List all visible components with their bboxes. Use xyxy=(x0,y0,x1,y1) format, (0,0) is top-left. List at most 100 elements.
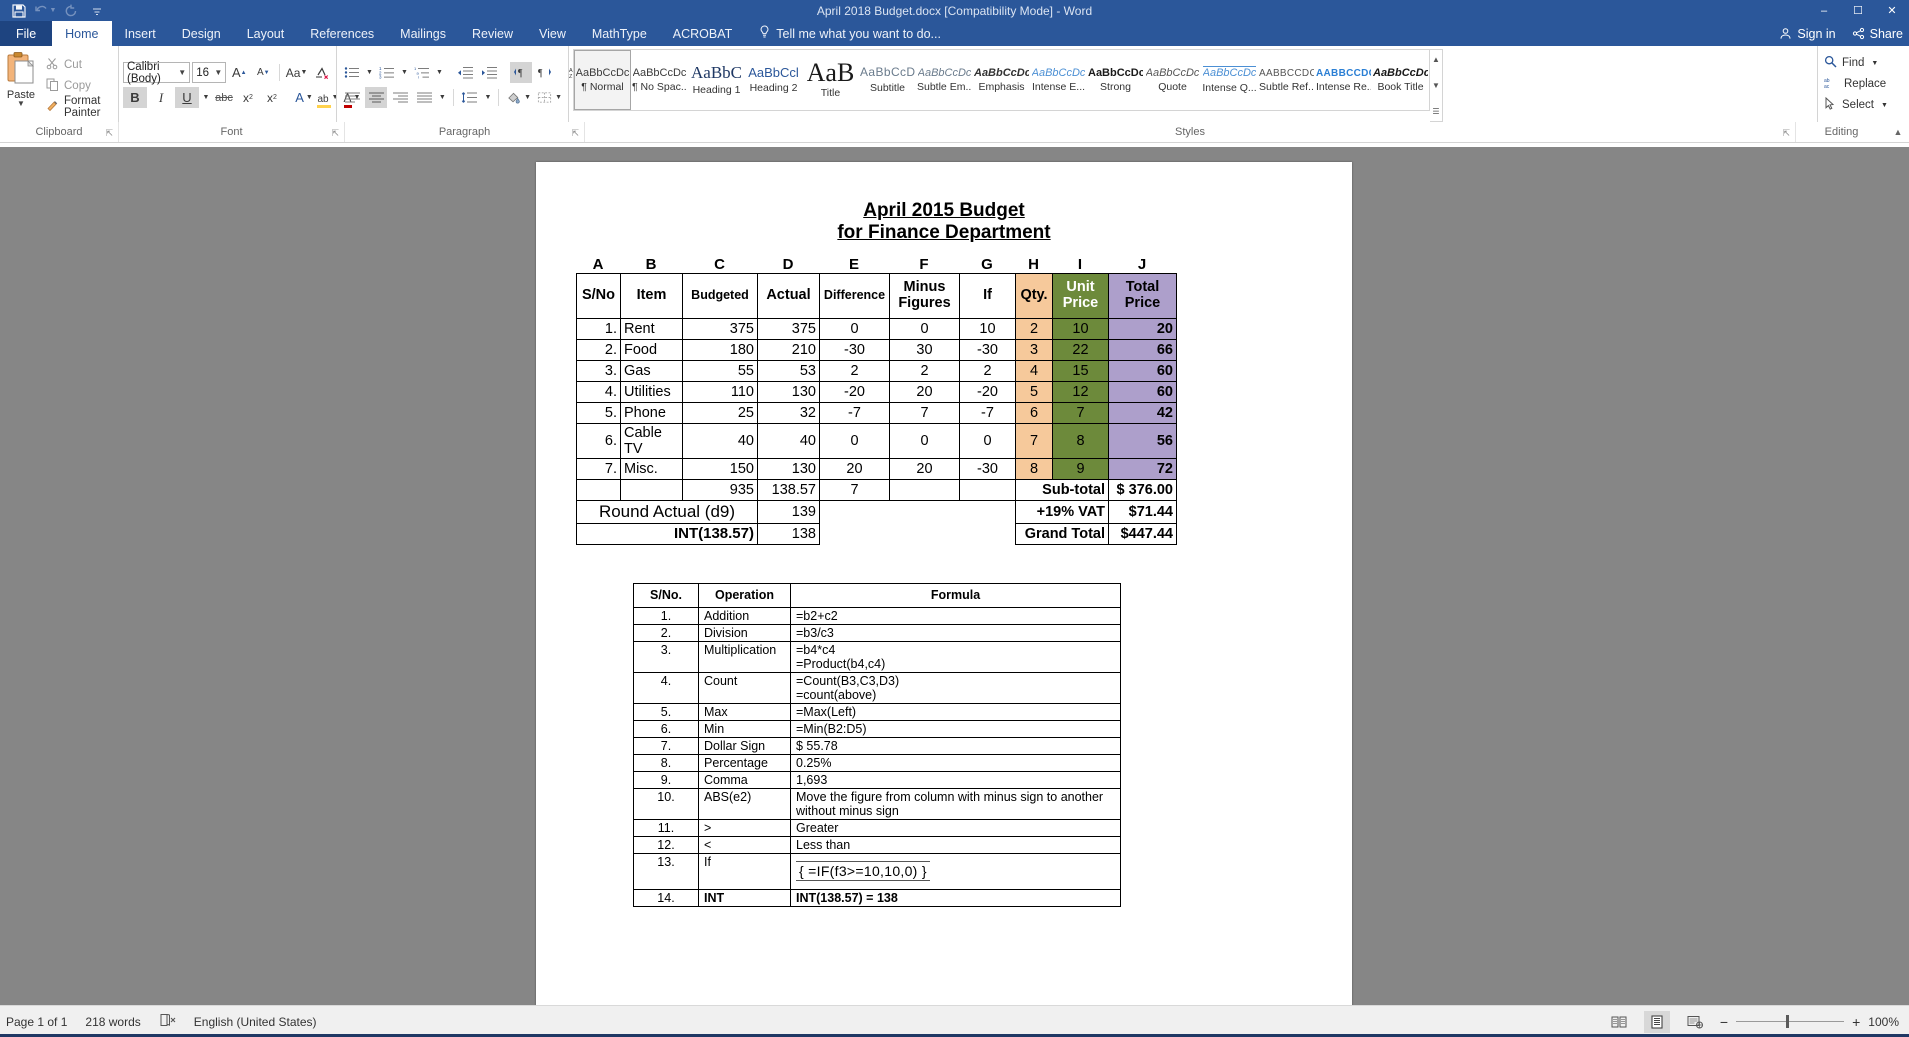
tab-design[interactable]: Design xyxy=(169,21,234,46)
tab-review[interactable]: Review xyxy=(459,21,526,46)
shrink-font-button[interactable]: A▼ xyxy=(252,62,274,83)
text-effects-button[interactable]: A▼ xyxy=(293,87,315,108)
undo-icon[interactable]: ▼ xyxy=(32,1,58,21)
paste-dropdown-arrow[interactable]: ▼ xyxy=(17,101,25,107)
customize-qat-icon[interactable] xyxy=(84,1,110,21)
style-emphasis[interactable]: AaBbCcDcEmphasis xyxy=(973,50,1030,110)
page-number-status[interactable]: Page 1 of 1 xyxy=(6,1015,67,1029)
style-intense-quote[interactable]: AaBbCcDcIntense Q... xyxy=(1201,50,1258,110)
zoom-slider-thumb[interactable] xyxy=(1786,1015,1789,1028)
bold-button[interactable]: B xyxy=(123,87,147,108)
cut-button[interactable]: Cut xyxy=(42,54,114,75)
strikethrough-button[interactable]: abc xyxy=(213,87,235,108)
tab-layout[interactable]: Layout xyxy=(234,21,298,46)
word-count-status[interactable]: 218 words xyxy=(85,1015,140,1029)
styles-scroll-up-icon[interactable]: ▲ xyxy=(1430,50,1442,69)
style-quote[interactable]: AaBbCcDcQuote xyxy=(1144,50,1201,110)
tell-me-box[interactable]: Tell me what you want to do... xyxy=(745,21,941,46)
copy-button[interactable]: Copy xyxy=(42,75,114,96)
style-normal[interactable]: AaBbCcDc¶ Normal xyxy=(574,50,631,110)
format-painter-button[interactable]: Format Painter xyxy=(42,96,114,117)
superscript-button[interactable]: x2 xyxy=(261,87,283,108)
style-heading-1[interactable]: AaBbCHeading 1 xyxy=(688,50,745,110)
tab-references[interactable]: References xyxy=(297,21,387,46)
align-left-button[interactable] xyxy=(341,87,363,108)
bullets-button[interactable] xyxy=(341,62,363,83)
styles-gallery[interactable]: AaBbCcDc¶ Normal AaBbCcDc¶ No Spac... Aa… xyxy=(573,49,1430,111)
language-status[interactable]: English (United States) xyxy=(194,1015,317,1029)
style-title[interactable]: AaBTitle xyxy=(802,50,859,110)
shading-button[interactable]: ▼ xyxy=(504,87,533,108)
sign-in-button[interactable]: Sign in xyxy=(1779,27,1835,41)
collapse-ribbon-button[interactable]: ▲ xyxy=(1887,122,1909,142)
zoom-level-label[interactable]: 100% xyxy=(1868,1015,1899,1029)
style-strong[interactable]: AaBbCcDcStrong xyxy=(1087,50,1144,110)
styles-gallery-scrollbar[interactable]: ▲ ▼ ☰ xyxy=(1430,49,1443,122)
italic-button[interactable]: I xyxy=(149,87,173,108)
numbering-dropdown-arrow[interactable]: ▼ xyxy=(400,62,409,83)
decrease-indent-button[interactable] xyxy=(454,62,476,83)
style-intense-emphasis[interactable]: AaBbCcDcIntense E... xyxy=(1030,50,1087,110)
close-button[interactable]: ✕ xyxy=(1875,0,1909,21)
replace-button[interactable]: abac Replace xyxy=(1824,74,1903,94)
tab-mailings[interactable]: Mailings xyxy=(387,21,459,46)
tab-home[interactable]: Home xyxy=(52,21,111,46)
font-dialog-launcher[interactable]: ⇱ xyxy=(331,128,339,139)
underline-button[interactable]: U xyxy=(175,87,199,108)
clear-formatting-button[interactable] xyxy=(310,62,332,83)
save-icon[interactable] xyxy=(6,1,32,21)
zoom-in-button[interactable]: + xyxy=(1852,1014,1860,1030)
change-case-button[interactable]: Aa▼ xyxy=(285,62,308,83)
select-button[interactable]: Select ▼ xyxy=(1824,95,1903,115)
style-subtitle[interactable]: AaBbCcDSubtitle xyxy=(859,50,916,110)
read-mode-icon[interactable] xyxy=(1606,1011,1632,1033)
style-book-title[interactable]: AaBbCcDcBook Title xyxy=(1372,50,1429,110)
clipboard-dialog-launcher[interactable]: ⇱ xyxy=(105,128,113,139)
zoom-slider[interactable] xyxy=(1736,1021,1844,1022)
justify-button[interactable] xyxy=(413,87,435,108)
align-right-button[interactable] xyxy=(389,87,411,108)
paragraph-dialog-launcher[interactable]: ⇱ xyxy=(571,128,579,139)
print-layout-icon[interactable] xyxy=(1644,1011,1670,1033)
web-layout-icon[interactable] xyxy=(1682,1011,1708,1033)
line-spacing-dropdown-arrow[interactable]: ▼ xyxy=(483,87,494,108)
font-name-dropdown-arrow[interactable]: ▼ xyxy=(178,68,186,77)
tab-view[interactable]: View xyxy=(526,21,579,46)
style-subtle-reference[interactable]: AABBCCDCSubtle Ref... xyxy=(1258,50,1315,110)
restore-button[interactable]: ☐ xyxy=(1841,0,1875,21)
select-dropdown-arrow[interactable]: ▼ xyxy=(1881,102,1888,109)
style-heading-2[interactable]: AaBbCclHeading 2 xyxy=(745,50,802,110)
bullets-dropdown-arrow[interactable]: ▼ xyxy=(365,62,374,83)
spell-check-icon[interactable] xyxy=(159,1013,176,1030)
styles-scroll-down-icon[interactable]: ▼ xyxy=(1430,76,1442,95)
numbering-button[interactable]: 123 xyxy=(376,62,398,83)
increase-indent-button[interactable] xyxy=(478,62,500,83)
share-button[interactable]: Share xyxy=(1852,27,1903,41)
style-subtle-emphasis[interactable]: AaBbCcDcSubtle Em... xyxy=(916,50,973,110)
align-center-button[interactable] xyxy=(365,87,387,108)
tab-insert[interactable]: Insert xyxy=(112,21,169,46)
multilevel-list-button[interactable]: 1ai xyxy=(411,62,433,83)
line-spacing-button[interactable] xyxy=(459,87,481,108)
style-no-spacing[interactable]: AaBbCcDc¶ No Spac... xyxy=(631,50,688,110)
subscript-button[interactable]: x2 xyxy=(237,87,259,108)
find-dropdown-arrow[interactable]: ▼ xyxy=(1871,60,1878,67)
ltr-text-direction-button[interactable]: ¶ xyxy=(510,62,532,83)
tab-mathtype[interactable]: MathType xyxy=(579,21,660,46)
paste-button[interactable]: Paste ▼ xyxy=(4,49,38,122)
document-canvas[interactable]: mostaql.com April 2015 Budget for Financ… xyxy=(0,147,1909,1005)
rtl-text-direction-button[interactable]: ¶ xyxy=(534,62,556,83)
style-intense-reference[interactable]: AABBCCDCIntense Re... xyxy=(1315,50,1372,110)
justify-dropdown-arrow[interactable]: ▼ xyxy=(437,87,448,108)
redo-icon[interactable] xyxy=(58,1,84,21)
tab-file[interactable]: File xyxy=(0,21,52,46)
zoom-out-button[interactable]: − xyxy=(1720,1014,1728,1030)
zoom-control[interactable]: − + 100% xyxy=(1720,1014,1899,1030)
underline-dropdown-arrow[interactable]: ▼ xyxy=(201,87,211,108)
tab-acrobat[interactable]: ACROBAT xyxy=(660,21,746,46)
font-size-input[interactable]: 16 ▼ xyxy=(192,62,226,83)
minimize-button[interactable]: – xyxy=(1807,0,1841,21)
font-size-dropdown-arrow[interactable]: ▼ xyxy=(214,68,222,77)
multilevel-dropdown-arrow[interactable]: ▼ xyxy=(435,62,444,83)
find-button[interactable]: Find ▼ xyxy=(1824,53,1903,73)
